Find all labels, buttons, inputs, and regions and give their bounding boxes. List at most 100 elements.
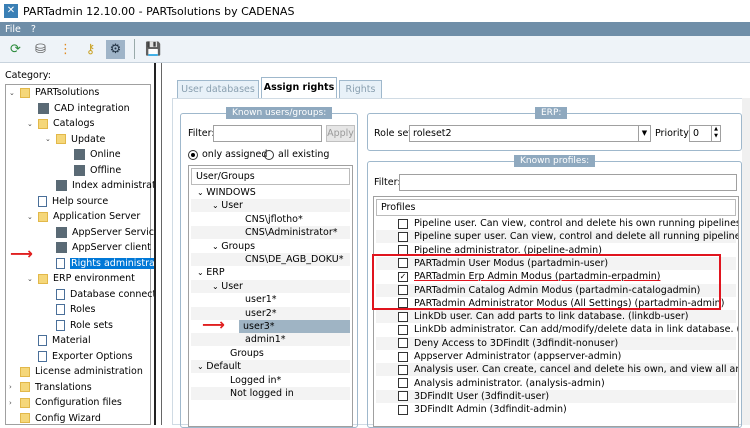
- tree-item[interactable]: ⌄ Update: [45, 132, 105, 147]
- profile-row[interactable]: 3DFindIt Admin (3dfindit-admin): [376, 403, 736, 416]
- expanded-icon[interactable]: ⌄: [197, 188, 206, 197]
- profile-row[interactable]: Pipeline super user. Can view, control a…: [376, 230, 738, 244]
- priority-stepper[interactable]: 0 ▲ ▼: [689, 125, 721, 142]
- profile-label: Pipeline user. Can view, control and del…: [414, 218, 738, 229]
- user-row[interactable]: ⌄ User: [191, 279, 350, 293]
- profiles-list-header[interactable]: Profiles: [376, 199, 736, 216]
- scrollbar[interactable]: [742, 98, 750, 425]
- tree-item[interactable]: Offline: [74, 163, 121, 178]
- settings-icon[interactable]: ⚙: [106, 39, 125, 59]
- profile-row[interactable]: Pipeline user. Can view, control and del…: [376, 217, 738, 230]
- save-icon[interactable]: 💾: [144, 40, 163, 59]
- profile-row[interactable]: LinkDb user. Can add parts to link datab…: [376, 310, 736, 324]
- profile-checkbox[interactable]: [398, 338, 408, 349]
- expanded-icon[interactable]: ⌄: [212, 201, 221, 210]
- profile-checkbox[interactable]: [398, 404, 408, 415]
- profile-row[interactable]: LinkDb administrator. Can add/modify/del…: [376, 323, 738, 336]
- collapsed-icon[interactable]: ›: [9, 399, 12, 407]
- profile-row[interactable]: Deny Access to 3DFindIt (3dfindit-nonuse…: [376, 336, 736, 350]
- chevron-down-icon[interactable]: ▼: [638, 126, 650, 141]
- user-row-label: Logged in*: [230, 374, 282, 386]
- profile-checkbox[interactable]: [398, 378, 408, 389]
- expanded-icon[interactable]: ⌄: [27, 120, 33, 128]
- tree-item[interactable]: License administration: [20, 364, 143, 379]
- tab-assign-rights[interactable]: Assign rights: [261, 77, 337, 99]
- user-row[interactable]: user1*: [191, 293, 350, 306]
- radio-only-assigned[interactable]: only assigned: [188, 149, 267, 160]
- expanded-icon[interactable]: ⌄: [212, 282, 221, 291]
- expanded-icon[interactable]: ⌄: [9, 89, 15, 97]
- tree-item[interactable]: › Configuration files: [9, 395, 122, 410]
- user-row[interactable]: ⌄ ERP: [191, 266, 350, 279]
- user-row[interactable]: Logged in*: [191, 374, 350, 387]
- profile-row[interactable]: Analysis user. Can create, cancel and de…: [376, 363, 738, 377]
- window-title: PARTadmin 12.10.00 - PARTsolutions by CA…: [23, 4, 295, 18]
- user-row[interactable]: CNS\Administrator*: [191, 226, 350, 240]
- tree-item[interactable]: Material: [38, 333, 91, 348]
- expanded-icon[interactable]: ⌄: [27, 213, 33, 221]
- collapsed-icon[interactable]: ›: [9, 383, 12, 391]
- profile-checkbox[interactable]: [398, 324, 408, 335]
- user-row[interactable]: user3*: [239, 320, 350, 333]
- splitter[interactable]: [154, 63, 162, 425]
- tree-item[interactable]: Online: [74, 147, 121, 162]
- expanded-icon[interactable]: ⌄: [197, 268, 206, 277]
- profile-row[interactable]: 3DFindIt User (3dfindit-user): [376, 389, 736, 403]
- tree-item[interactable]: AppServer Service: [56, 225, 160, 240]
- expanded-icon[interactable]: ⌄: [45, 135, 51, 143]
- radio-button[interactable]: [188, 149, 198, 160]
- user-row[interactable]: Not logged in: [191, 387, 350, 400]
- expanded-icon[interactable]: ⌄: [27, 275, 33, 283]
- user-row[interactable]: ⌄ Default: [191, 360, 350, 374]
- tree-item[interactable]: Roles: [56, 302, 95, 317]
- menu-file[interactable]: File: [0, 24, 26, 35]
- expanded-icon[interactable]: ⌄: [212, 242, 221, 251]
- user-row[interactable]: ⌄ User: [191, 199, 350, 213]
- tree-item[interactable]: › Translations: [9, 380, 92, 395]
- user-row[interactable]: admin1*: [191, 333, 350, 347]
- user-row[interactable]: CNS\jflotho*: [191, 213, 350, 226]
- tree-item[interactable]: CAD integration: [38, 101, 130, 116]
- profile-checkbox[interactable]: [398, 351, 408, 362]
- tree-item[interactable]: AppServer client: [56, 240, 151, 255]
- profile-label: Analysis administrator. (analysis-admin): [414, 377, 605, 389]
- user-row-label: user3*: [243, 321, 275, 332]
- index-icon[interactable]: ⋮: [56, 40, 75, 59]
- menu-help[interactable]: ?: [26, 24, 41, 35]
- profile-checkbox[interactable]: [398, 364, 408, 375]
- update-icon[interactable]: ⟳: [6, 40, 25, 59]
- roleset-select[interactable]: roleset2 ▼: [409, 125, 651, 142]
- profile-checkbox[interactable]: [398, 218, 408, 229]
- database-icon[interactable]: ⛁: [31, 40, 50, 59]
- user-row[interactable]: ⌄ Groups: [191, 240, 350, 253]
- apply-button[interactable]: Apply: [326, 125, 355, 142]
- radio-all-existing[interactable]: all existing: [264, 149, 329, 160]
- tree-item[interactable]: ⌄ Application Server: [27, 209, 140, 224]
- tree-item[interactable]: Role sets: [56, 318, 113, 333]
- tree-item[interactable]: Exporter Options: [38, 349, 133, 364]
- users-list-header[interactable]: User/Groups: [191, 168, 350, 185]
- user-row[interactable]: Groups: [191, 347, 350, 360]
- tab-user-databases[interactable]: User databases: [177, 80, 259, 99]
- tree-item[interactable]: ⌄ Catalogs: [27, 116, 94, 131]
- tree-item[interactable]: ⌄ PARTsolutions: [9, 85, 99, 100]
- spin-arrows-icon[interactable]: ▲ ▼: [711, 126, 720, 141]
- profile-checkbox[interactable]: [398, 311, 408, 322]
- user-row[interactable]: ⌄ WINDOWS: [191, 186, 350, 199]
- module-icon: [74, 164, 85, 176]
- user-row[interactable]: CNS\DE_AGB_DOKU*: [191, 253, 350, 266]
- radio-button[interactable]: [264, 149, 274, 160]
- expanded-icon[interactable]: ⌄: [197, 362, 206, 371]
- annotation-arrow-icon: ⟶: [10, 244, 33, 263]
- profile-row[interactable]: Appserver Administrator (appserver-admin…: [376, 350, 736, 363]
- profile-checkbox[interactable]: [398, 391, 408, 402]
- tree-item[interactable]: Config Wizard: [20, 411, 101, 426]
- users-filter-input[interactable]: [213, 125, 322, 142]
- tree-item[interactable]: ⌄ ERP environment: [27, 271, 135, 286]
- keys-icon[interactable]: ⚷: [81, 40, 100, 59]
- profile-row[interactable]: Analysis administrator. (analysis-admin): [376, 377, 736, 390]
- tree-item[interactable]: Help source: [38, 194, 108, 209]
- tab-rights[interactable]: Rights: [339, 80, 382, 99]
- profile-checkbox[interactable]: [398, 231, 408, 242]
- profiles-filter-input[interactable]: [399, 174, 737, 191]
